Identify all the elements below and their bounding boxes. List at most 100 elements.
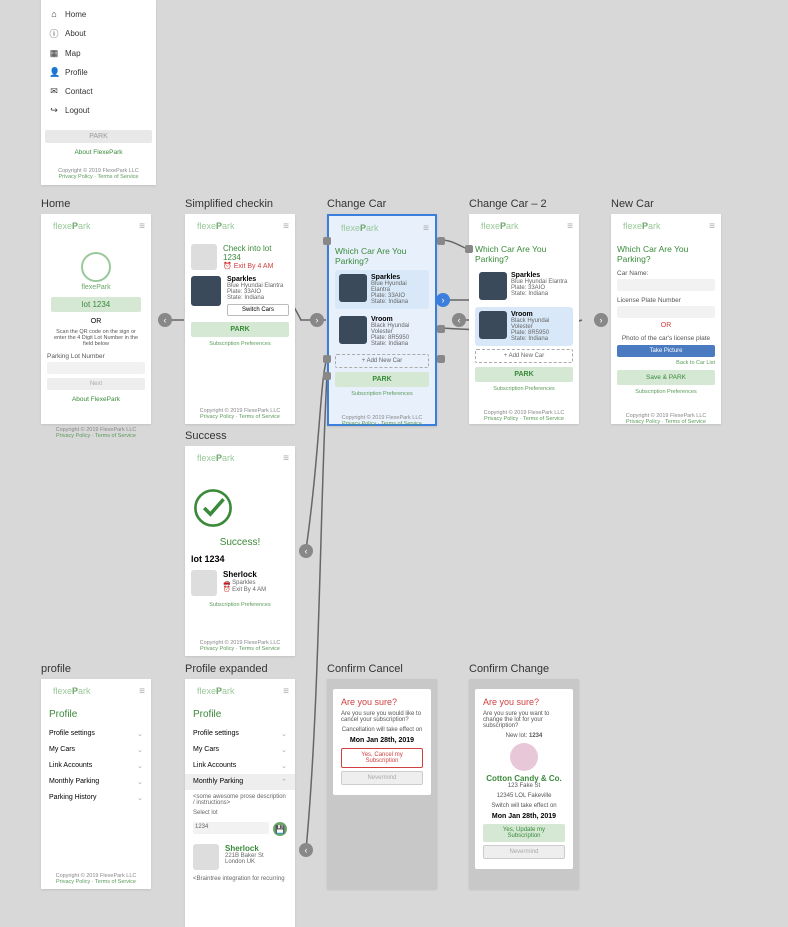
lot-select[interactable]: 1234 bbox=[193, 822, 269, 834]
artboard-title-confirm-cancel: Confirm Cancel bbox=[327, 663, 403, 675]
nav-next[interactable]: › bbox=[310, 313, 324, 327]
chevron-down-icon: ⌄ bbox=[281, 730, 287, 738]
link-accounts[interactable]: Link Accounts⌄ bbox=[41, 758, 151, 774]
confirm-cancel-button[interactable]: Yes, Cancel my Subscription bbox=[341, 748, 423, 768]
map-icon: ▦ bbox=[49, 48, 59, 59]
add-car-button[interactable]: + Add New Car bbox=[335, 354, 429, 368]
chevron-down-icon: ⌄ bbox=[137, 794, 143, 802]
artboard-title-changecar: Change Car bbox=[327, 198, 386, 210]
logo: flexePark bbox=[47, 218, 97, 234]
chevron-down-icon: ⌄ bbox=[137, 762, 143, 770]
profile-settings[interactable]: Profile settings⌄ bbox=[185, 726, 295, 742]
chevron-down-icon: ⌄ bbox=[281, 762, 287, 770]
profile-settings[interactable]: Profile settings⌄ bbox=[41, 726, 151, 742]
confirm-cancel-screen: Are you sure? Are you sure you would lik… bbox=[327, 679, 437, 889]
checkin-title: Check into lot 1234 bbox=[223, 244, 289, 262]
profile-screen: flexePark≡ Profile Profile settings⌄ My … bbox=[41, 679, 151, 889]
brand-globe bbox=[81, 252, 111, 282]
change-car-screen[interactable]: flexePark≡ Which Car Are You Parking? Sp… bbox=[327, 214, 437, 426]
nav-home[interactable]: ⌂Home bbox=[41, 5, 156, 23]
switch-cars-button[interactable]: Switch Cars bbox=[227, 304, 289, 316]
car-thumbnail bbox=[339, 274, 367, 302]
exit-time: ⏰Exit By 4 AM bbox=[223, 262, 289, 270]
home-icon: ⌂ bbox=[49, 9, 59, 19]
prefs-link[interactable]: Subscription Preferences bbox=[191, 602, 289, 608]
plate-input[interactable] bbox=[617, 306, 715, 318]
menu-icon[interactable]: ≡ bbox=[567, 221, 573, 232]
person-icon: 👤 bbox=[49, 67, 59, 78]
menu-icon[interactable]: ≡ bbox=[709, 221, 715, 232]
simplified-checkin-screen: flexePark≡ Check into lot 1234 ⏰Exit By … bbox=[185, 214, 295, 424]
parking-history[interactable]: Parking History⌄ bbox=[41, 790, 151, 806]
monthly-parking[interactable]: Monthly Parking⌄ bbox=[41, 774, 151, 790]
nav-next[interactable]: › bbox=[594, 313, 608, 327]
artboard-title-simplified: Simplified checkin bbox=[185, 198, 273, 210]
prefs-link[interactable]: Subscription Preferences bbox=[191, 341, 289, 347]
nav-prev[interactable]: ‹ bbox=[158, 313, 172, 327]
nevermind-button[interactable]: Nevermind bbox=[341, 771, 423, 785]
nav-contact[interactable]: ✉Contact bbox=[41, 82, 156, 101]
car-option-1[interactable]: SparklesBlue Hyundai ElantraPlate: 33AIO… bbox=[475, 268, 573, 304]
park-button[interactable]: PARK bbox=[191, 322, 289, 337]
back-link[interactable]: Back to Car List bbox=[617, 360, 715, 366]
nav-prev[interactable]: ‹ bbox=[452, 313, 466, 327]
mail-icon: ✉ bbox=[49, 86, 59, 97]
nav-prev[interactable]: ‹ bbox=[299, 843, 313, 857]
link-accounts[interactable]: Link Accounts⌄ bbox=[185, 758, 295, 774]
save-park-button[interactable]: Save & PARK bbox=[617, 370, 715, 385]
car-option-2[interactable]: VroomBlack Hyundai VolesterPlate: 8R5950… bbox=[335, 312, 429, 351]
profile-expanded-screen: flexePark≡ Profile Profile settings⌄ My … bbox=[185, 679, 295, 927]
my-cars[interactable]: My Cars⌄ bbox=[185, 742, 295, 758]
menu-icon[interactable]: ≡ bbox=[283, 453, 289, 464]
nav-map[interactable]: ▦Map bbox=[41, 44, 156, 63]
logo: flexePark bbox=[617, 218, 667, 234]
nav-logout[interactable]: ↪Logout bbox=[41, 101, 156, 120]
edge-node bbox=[465, 245, 473, 253]
artboard-title-home: Home bbox=[41, 198, 70, 210]
user-avatar bbox=[191, 244, 217, 270]
nevermind-button[interactable]: Nevermind bbox=[483, 845, 565, 859]
prefs-link[interactable]: Subscription Preferences bbox=[335, 391, 429, 397]
save-lot-icon[interactable]: 💾 bbox=[273, 822, 287, 836]
change-car-2-screen: flexePark≡ Which Car Are You Parking? Sp… bbox=[469, 214, 579, 424]
next-button[interactable]: Next bbox=[47, 378, 145, 390]
menu-icon[interactable]: ≡ bbox=[283, 221, 289, 232]
nav-about[interactable]: ⓘAbout bbox=[41, 23, 156, 44]
chevron-down-icon: ⌄ bbox=[137, 730, 143, 738]
artboard-title-profile: profile bbox=[41, 663, 71, 675]
confirm-change-button[interactable]: Yes, Update my Subscription bbox=[483, 824, 565, 842]
nav-prev[interactable]: ‹ bbox=[299, 544, 313, 558]
park-button[interactable]: PARK bbox=[335, 372, 429, 387]
edge-node bbox=[437, 237, 445, 245]
take-picture-button[interactable]: Take Picture bbox=[617, 345, 715, 357]
prefs-link[interactable]: Subscription Preferences bbox=[617, 389, 715, 395]
sidebar-about-link[interactable]: About FlexePark bbox=[41, 149, 156, 156]
car-name-input[interactable] bbox=[617, 279, 715, 291]
add-car-button[interactable]: + Add New Car bbox=[475, 349, 573, 363]
park-button[interactable]: PARK bbox=[475, 367, 573, 382]
menu-icon[interactable]: ≡ bbox=[139, 221, 145, 232]
menu-icon[interactable]: ≡ bbox=[283, 686, 289, 697]
artboard-title-profile-exp: Profile expanded bbox=[185, 663, 268, 675]
lot-badge[interactable]: lot 1234 bbox=[51, 297, 141, 312]
prefs-link[interactable]: Subscription Preferences bbox=[475, 386, 573, 392]
edge-node bbox=[437, 325, 445, 333]
lot-input[interactable] bbox=[47, 362, 145, 374]
confirm-change-screen: Are you sure? Are you sure you want to c… bbox=[469, 679, 579, 889]
about-link[interactable]: About FlexePark bbox=[47, 396, 145, 403]
my-cars[interactable]: My Cars⌄ bbox=[41, 742, 151, 758]
car-option-2[interactable]: VroomBlack Hyundai VolesterPlate: 8R5950… bbox=[475, 307, 573, 346]
menu-icon[interactable]: ≡ bbox=[139, 686, 145, 697]
nav-profile[interactable]: 👤Profile bbox=[41, 63, 156, 82]
sidebar-park-button[interactable]: PARK bbox=[45, 130, 152, 143]
logo: flexePark bbox=[47, 683, 97, 699]
car-option-1[interactable]: SparklesBlue Hyundai ElantraPlate: 33AIO… bbox=[335, 270, 429, 309]
edge-node bbox=[323, 355, 331, 363]
sidebar-panel: ⌂Home ⓘAbout ▦Map 👤Profile ✉Contact ↪Log… bbox=[41, 0, 156, 185]
nav-next-active[interactable]: › bbox=[436, 293, 450, 307]
menu-icon[interactable]: ≡ bbox=[423, 223, 429, 234]
footer-links: Privacy Policy · Terms of Service bbox=[41, 174, 156, 180]
change-title: Which Car Are You Parking? bbox=[335, 246, 429, 266]
car-thumbnail bbox=[191, 276, 221, 306]
monthly-parking-expanded[interactable]: Monthly Parking⌃ bbox=[185, 774, 295, 790]
